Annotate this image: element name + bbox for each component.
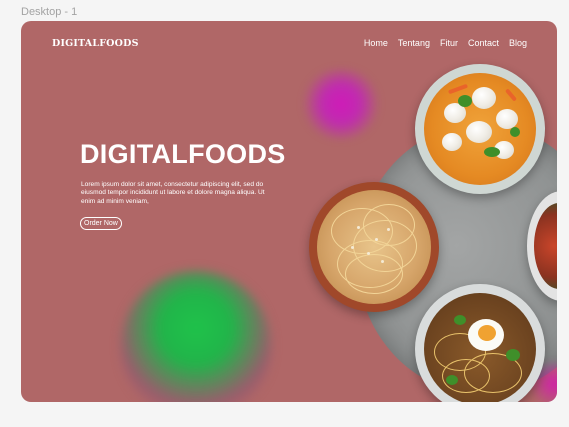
cheese (387, 228, 390, 231)
noodle (363, 204, 415, 246)
noodle (345, 254, 403, 294)
dumpling (496, 109, 518, 129)
egg-yolk (478, 325, 496, 341)
nav-home[interactable]: Home (364, 38, 388, 48)
cheese (367, 252, 370, 255)
nav-fitur[interactable]: Fitur (440, 38, 458, 48)
nav-contact[interactable]: Contact (468, 38, 499, 48)
pasta (317, 190, 431, 304)
dumpling-soup (424, 73, 536, 185)
bok-choy (454, 315, 466, 325)
cheese (357, 226, 360, 229)
frame-label: Desktop - 1 (21, 6, 78, 18)
ramen-bowl-image (415, 284, 545, 402)
cheese (375, 238, 378, 241)
ramen (424, 293, 536, 402)
main-nav: Home Tentang Fitur Contact Blog (364, 38, 527, 48)
scallion (446, 375, 458, 385)
pasta-bowl-image (309, 182, 439, 312)
cheese (351, 246, 354, 249)
carrot-strip (504, 88, 518, 102)
green-blur-blob (121, 271, 271, 402)
broccoli (458, 95, 472, 107)
nav-tentang[interactable]: Tentang (398, 38, 430, 48)
nav-blog[interactable]: Blog (509, 38, 527, 48)
dumpling (442, 133, 462, 151)
magenta-blur-blob (301, 69, 381, 139)
herb (510, 127, 520, 137)
cheese (381, 260, 384, 263)
order-now-button[interactable]: Order Now (80, 217, 122, 230)
brand-logo[interactable]: DIGITALFOODS (52, 38, 139, 49)
carrot-strip (447, 83, 469, 95)
hero-title: DIGITALFOODS (80, 139, 286, 169)
side-dish (534, 203, 557, 289)
hero-description: Lorem ipsum dolor sit amet, consectetur … (81, 181, 265, 205)
dumpling (466, 121, 492, 143)
dumpling-soup-bowl-image (415, 64, 545, 194)
bok-choy (506, 349, 520, 361)
dumpling (472, 87, 496, 109)
desktop-frame: DIGITALFOODS Home Tentang Fitur Contact … (21, 21, 557, 402)
herb (484, 147, 500, 157)
